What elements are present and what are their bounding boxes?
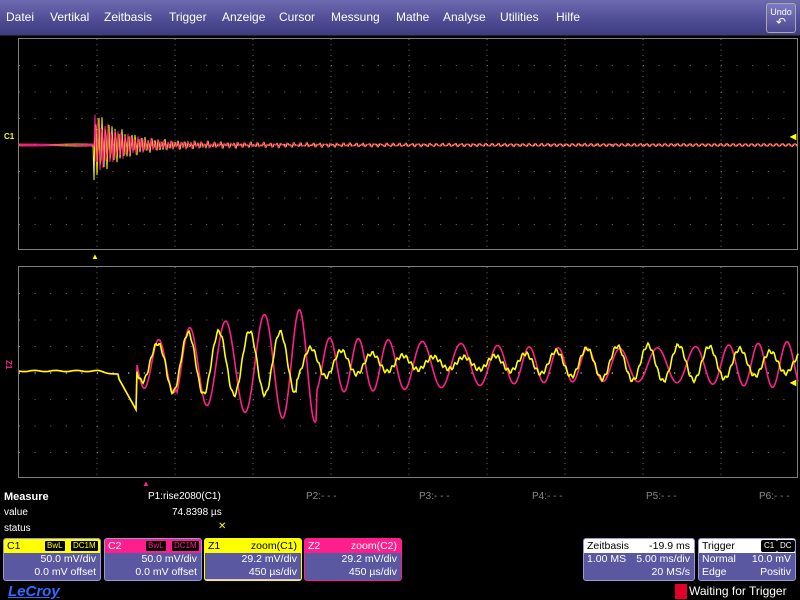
main-waveform-plot (19, 39, 799, 247)
measure-p3[interactable]: P3:- - - (419, 491, 450, 502)
measure-p5[interactable]: P5:- - - (646, 491, 677, 502)
menu-trigger[interactable]: Trigger (169, 10, 207, 24)
menu-zeitbasis[interactable]: Zeitbasis (104, 10, 152, 24)
measure-p6[interactable]: P6:- - - (759, 491, 790, 502)
trigger-level: 10.0 mV (751, 553, 791, 565)
z1-marker-right-icon[interactable]: ◀ (790, 378, 796, 387)
trigger-slope: Positiv (760, 566, 791, 578)
timebase-title: Zeitbasis (587, 540, 630, 552)
acquisition-status: Waiting for Trigger (675, 584, 796, 599)
trigger-box[interactable]: Trigger C1 DC Normal 10.0 mV Edge Positi… (698, 538, 796, 581)
z1-vdiv: 29.2 mV/div (205, 553, 301, 566)
measure-p4[interactable]: P4:- - - (532, 491, 563, 502)
c2-bw-tag: BwL (145, 540, 167, 552)
z2-vdiv: 29.2 mV/div (341, 553, 397, 565)
trigger-position-icon[interactable]: ▲ (91, 252, 99, 261)
z2-tdiv: 450 µs/div (348, 566, 397, 578)
undo-arrow-icon: ↶ (775, 15, 787, 29)
zoom-trigger-position-icon[interactable]: ▲ (142, 479, 150, 488)
c1-name: C1 (7, 540, 21, 552)
z1-marker[interactable]: Z1 (4, 360, 13, 369)
timebase-delay: -19.9 ms (649, 540, 690, 552)
trigger-title: Trigger (702, 540, 735, 552)
main-waveform-grid[interactable] (18, 38, 799, 250)
c2-descriptor-box[interactable]: C2 BwL DC1M 50.0 mV/div 0.0 mV offset (104, 538, 202, 581)
timebase-samples: 1.00 MS (587, 553, 627, 565)
menu-analyse[interactable]: Analyse (443, 10, 486, 24)
menu-hilfe[interactable]: Hilfe (556, 10, 580, 24)
trigger-type: Edge (702, 566, 727, 578)
z1-source: zoom(C1) (250, 540, 297, 552)
timebase-box[interactable]: Zeitbasis -19.9 ms 1.00 MS 5.00 ms/div 2… (583, 538, 695, 581)
z2-descriptor-box[interactable]: Z2 zoom(C2) 29.2 mV/div 450 µs/div (304, 538, 402, 581)
timebase-tdiv: 5.00 ms/div (636, 553, 690, 565)
measure-value-label: value (4, 507, 28, 518)
menu-vertikal[interactable]: Vertikal (50, 10, 89, 24)
measure-p1[interactable]: P1:rise2080(C1) (148, 491, 221, 502)
menu-bar: Datei Vertikal Zeitbasis Trigger Anzeige… (0, 0, 800, 36)
c1-offset: 0.0 mV offset (34, 566, 96, 578)
measure-p2[interactable]: P2:- - - (306, 491, 337, 502)
zoom-waveform-plot (19, 267, 799, 475)
c1-coupling-tag: DC1M (70, 540, 99, 552)
measure-p1-status: ✕ (218, 521, 227, 532)
c2-offset: 0.0 mV offset (135, 566, 197, 578)
measure-status-label: status (4, 523, 31, 534)
menu-messung[interactable]: Messung (331, 10, 380, 24)
timebase-srate: 20 MS/s (651, 566, 690, 578)
measure-title: Measure (4, 491, 49, 503)
c2-vdiv: 50.0 mV/div (141, 553, 197, 565)
c1-bw-tag: BwL (44, 540, 66, 552)
bottom-bar: LeCroy Waiting for Trigger (0, 583, 800, 600)
menu-utilities[interactable]: Utilities (500, 10, 539, 24)
menu-anzeige[interactable]: Anzeige (222, 10, 265, 24)
trigger-source-tag: C1 (761, 540, 778, 552)
c1-vdiv: 50.0 mV/div (40, 553, 96, 565)
z1-name: Z1 (208, 540, 221, 552)
menu-datei[interactable]: Datei (6, 10, 34, 24)
menu-mathe[interactable]: Mathe (396, 10, 429, 24)
c1-marker-right-icon[interactable]: ◀ (790, 132, 796, 141)
z2-name: Z2 (308, 540, 321, 552)
menu-cursor[interactable]: Cursor (279, 10, 315, 24)
c2-coupling-tag: DC1M (171, 540, 200, 552)
c1-marker[interactable]: C1 (4, 132, 14, 141)
measure-panel: Measure value status P1:rise2080(C1) 74.… (0, 488, 800, 538)
z2-source: zoom(C2) (350, 540, 397, 552)
c2-name: C2 (108, 540, 122, 552)
measure-p1-value: 74.8398 µs (172, 507, 222, 518)
trigger-mode: Normal (702, 553, 736, 565)
c1-descriptor-box[interactable]: C1 BwL DC1M 50.0 mV/div 0.0 mV offset (3, 538, 101, 581)
zoom-waveform-grid[interactable] (18, 266, 799, 478)
trigger-coupling-tag: DC (777, 540, 795, 552)
lecroy-logo[interactable]: LeCroy (8, 583, 60, 600)
z1-descriptor-box[interactable]: Z1 zoom(C1) 29.2 mV/div 450 µs/div (204, 538, 302, 581)
z1-tdiv: 450 µs/div (205, 566, 301, 579)
undo-button[interactable]: Undo ↶ (766, 3, 796, 33)
